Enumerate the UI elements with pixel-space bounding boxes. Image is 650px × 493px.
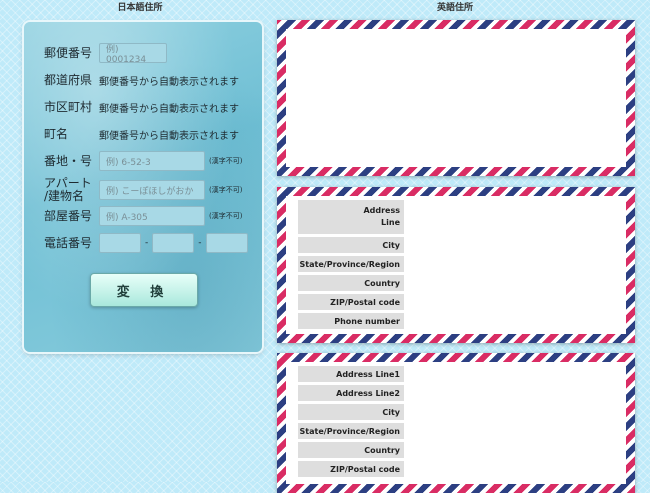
- banchi-note: (漢字不可): [209, 157, 243, 165]
- address-field-table-1: Address Line City State/Province/Region …: [298, 200, 404, 332]
- phone-cell: Phone number: [298, 313, 404, 329]
- building-input[interactable]: 例) こーぽほしがおか: [99, 180, 205, 200]
- english-address-heading: 英語住所: [436, 3, 473, 13]
- state-cell: State/Province/Region: [298, 423, 404, 439]
- address-line1-cell: Address Line1: [298, 366, 404, 382]
- building-note: (漢字不可): [209, 186, 243, 194]
- building-row: アパート /建物名 例) こーぽほしがおか (漢字不可): [44, 176, 242, 204]
- phone-input-3[interactable]: [205, 233, 248, 253]
- banchi-input[interactable]: 例) 6-52-3: [99, 151, 205, 171]
- country-cell: Country: [298, 442, 404, 458]
- phone-label: 電話番号: [44, 235, 93, 250]
- building-label: アパート /建物名: [44, 177, 99, 203]
- phone-separator-1: -: [145, 238, 149, 248]
- building-label-line1: アパート: [44, 176, 92, 190]
- zip-cell: ZIP/Postal code: [298, 461, 404, 477]
- state-cell: State/Province/Region: [298, 256, 404, 272]
- address-line-label-line2: Line: [381, 218, 400, 227]
- city-cell: City: [298, 404, 404, 420]
- zip-cell: ZIP/Postal code: [298, 294, 404, 310]
- address-field-table-2: Address Line1 Address Line2 City State/P…: [298, 366, 404, 480]
- room-label: 部屋番号: [44, 208, 93, 223]
- prefecture-auto-text: 郵便番号から自動表示されます: [99, 76, 239, 88]
- phone-input-1[interactable]: [99, 233, 141, 253]
- postal-input[interactable]: 例) 0001234: [99, 43, 167, 65]
- envelope-empty: [277, 20, 635, 176]
- envelope-empty-body: [286, 29, 626, 167]
- city-label: 市区町村: [44, 99, 93, 114]
- phone-separator-2: -: [198, 238, 202, 248]
- room-row: 部屋番号 例) A-305 (漢字不可): [44, 205, 242, 227]
- japanese-address-form: 郵便番号 例) 0001234 都道府県 郵便番号から自動表示されます 市区町村…: [24, 22, 262, 352]
- postal-row: 郵便番号 例) 0001234: [44, 42, 167, 65]
- address-line-label-line1: Address: [363, 206, 400, 215]
- envelope-2-body: Address Line1 Address Line2 City State/P…: [286, 362, 626, 484]
- building-label-line2: /建物名: [44, 189, 85, 203]
- city-auto-text: 郵便番号から自動表示されます: [99, 103, 239, 115]
- room-input[interactable]: 例) A-305: [99, 206, 205, 226]
- convert-button[interactable]: 変 換: [90, 273, 198, 307]
- town-auto-text: 郵便番号から自動表示されます: [99, 130, 239, 142]
- banchi-label: 番地・号: [44, 153, 93, 168]
- envelope-address-format-1: Address Line City State/Province/Region …: [277, 187, 635, 343]
- japanese-address-heading: 日本語住所: [117, 3, 163, 13]
- city-row: 市区町村 郵便番号から自動表示されます: [44, 96, 239, 118]
- town-row: 町名 郵便番号から自動表示されます: [44, 123, 239, 145]
- phone-row: 電話番号 - -: [44, 232, 248, 254]
- prefecture-row: 都道府県 郵便番号から自動表示されます: [44, 69, 239, 91]
- country-cell: Country: [298, 275, 404, 291]
- address-line-label: Address Line: [363, 205, 400, 229]
- banchi-row: 番地・号 例) 6-52-3 (漢字不可): [44, 150, 242, 172]
- envelope-1-body: Address Line City State/Province/Region …: [286, 196, 626, 334]
- town-label: 町名: [44, 126, 69, 141]
- city-cell: City: [298, 237, 404, 253]
- envelope-address-format-2: Address Line1 Address Line2 City State/P…: [277, 353, 635, 493]
- phone-input-2[interactable]: [152, 233, 195, 253]
- address-line-cell: Address Line: [298, 200, 404, 234]
- postal-label: 郵便番号: [44, 45, 93, 60]
- room-note: (漢字不可): [209, 212, 243, 220]
- address-line2-cell: Address Line2: [298, 385, 404, 401]
- prefecture-label: 都道府県: [44, 72, 93, 87]
